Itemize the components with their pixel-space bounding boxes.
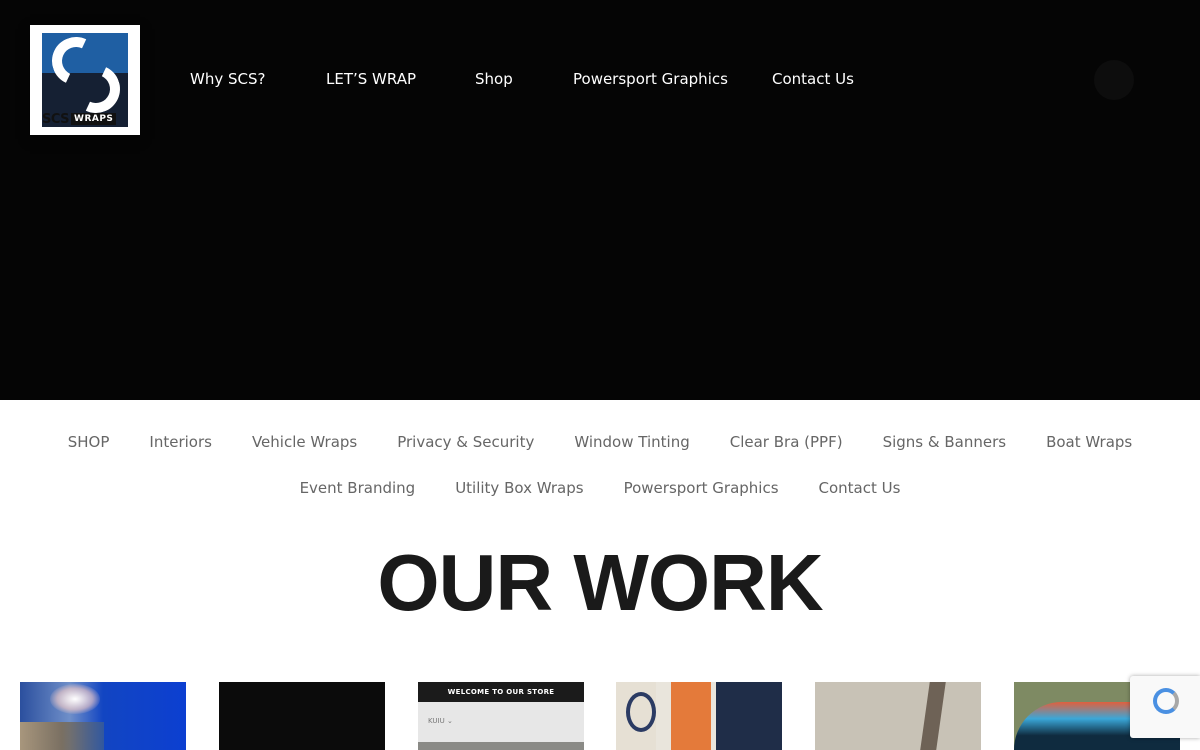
gallery-item[interactable] — [815, 682, 981, 750]
work-gallery: WELCOME TO OUR STORE KUIU ⌄ — [0, 682, 1200, 750]
category-row-1: SHOP Interiors Vehicle Wraps Privacy & S… — [0, 430, 1200, 454]
category-vehicle-wraps[interactable]: Vehicle Wraps — [252, 430, 357, 454]
nav-powersport-graphics[interactable]: Powersport Graphics — [573, 68, 728, 90]
category-interiors[interactable]: Interiors — [149, 430, 212, 454]
logo-text-sub: WRAPS — [71, 113, 117, 125]
category-clear-bra[interactable]: Clear Bra (PPF) — [730, 430, 843, 454]
recaptcha-icon — [1153, 688, 1179, 714]
gallery-item[interactable] — [20, 682, 186, 750]
store-select-text: KUIU ⌄ — [428, 717, 453, 725]
hero-header: SCS WRAPS Why SCS? LET’S WRAP Shop Power… — [0, 0, 1200, 400]
gallery-item[interactable] — [616, 682, 782, 750]
category-utility-box-wraps[interactable]: Utility Box Wraps — [455, 476, 583, 500]
search-icon[interactable] — [1094, 60, 1134, 100]
nav-contact-us[interactable]: Contact Us — [772, 68, 854, 90]
category-powersport-graphics[interactable]: Powersport Graphics — [624, 476, 779, 500]
category-boat-wraps[interactable]: Boat Wraps — [1046, 430, 1132, 454]
category-event-branding[interactable]: Event Branding — [300, 476, 416, 500]
category-contact-us[interactable]: Contact Us — [819, 476, 901, 500]
gallery-item[interactable] — [219, 682, 385, 750]
recaptcha-badge[interactable] — [1130, 676, 1200, 738]
logo-text-main: SCS — [42, 111, 70, 127]
category-window-tinting[interactable]: Window Tinting — [574, 430, 689, 454]
nav-lets-wrap[interactable]: LET’S WRAP — [326, 68, 416, 90]
gallery-item[interactable]: WELCOME TO OUR STORE KUIU ⌄ — [418, 682, 584, 750]
category-signs-banners[interactable]: Signs & Banners — [883, 430, 1006, 454]
category-shop[interactable]: SHOP — [68, 430, 110, 454]
logo-wordmark: SCS WRAPS — [42, 111, 128, 127]
nav-shop[interactable]: Shop — [475, 68, 513, 90]
nav-why-scs[interactable]: Why SCS? — [190, 68, 265, 90]
section-title: OUR WORK — [377, 538, 823, 627]
category-privacy-security[interactable]: Privacy & Security — [397, 430, 534, 454]
store-banner-text: WELCOME TO OUR STORE — [418, 682, 584, 702]
category-row-2: Event Branding Utility Box Wraps Powersp… — [0, 476, 1200, 500]
main-navigation: Why SCS? LET’S WRAP Shop Powersport Grap… — [0, 68, 1200, 92]
